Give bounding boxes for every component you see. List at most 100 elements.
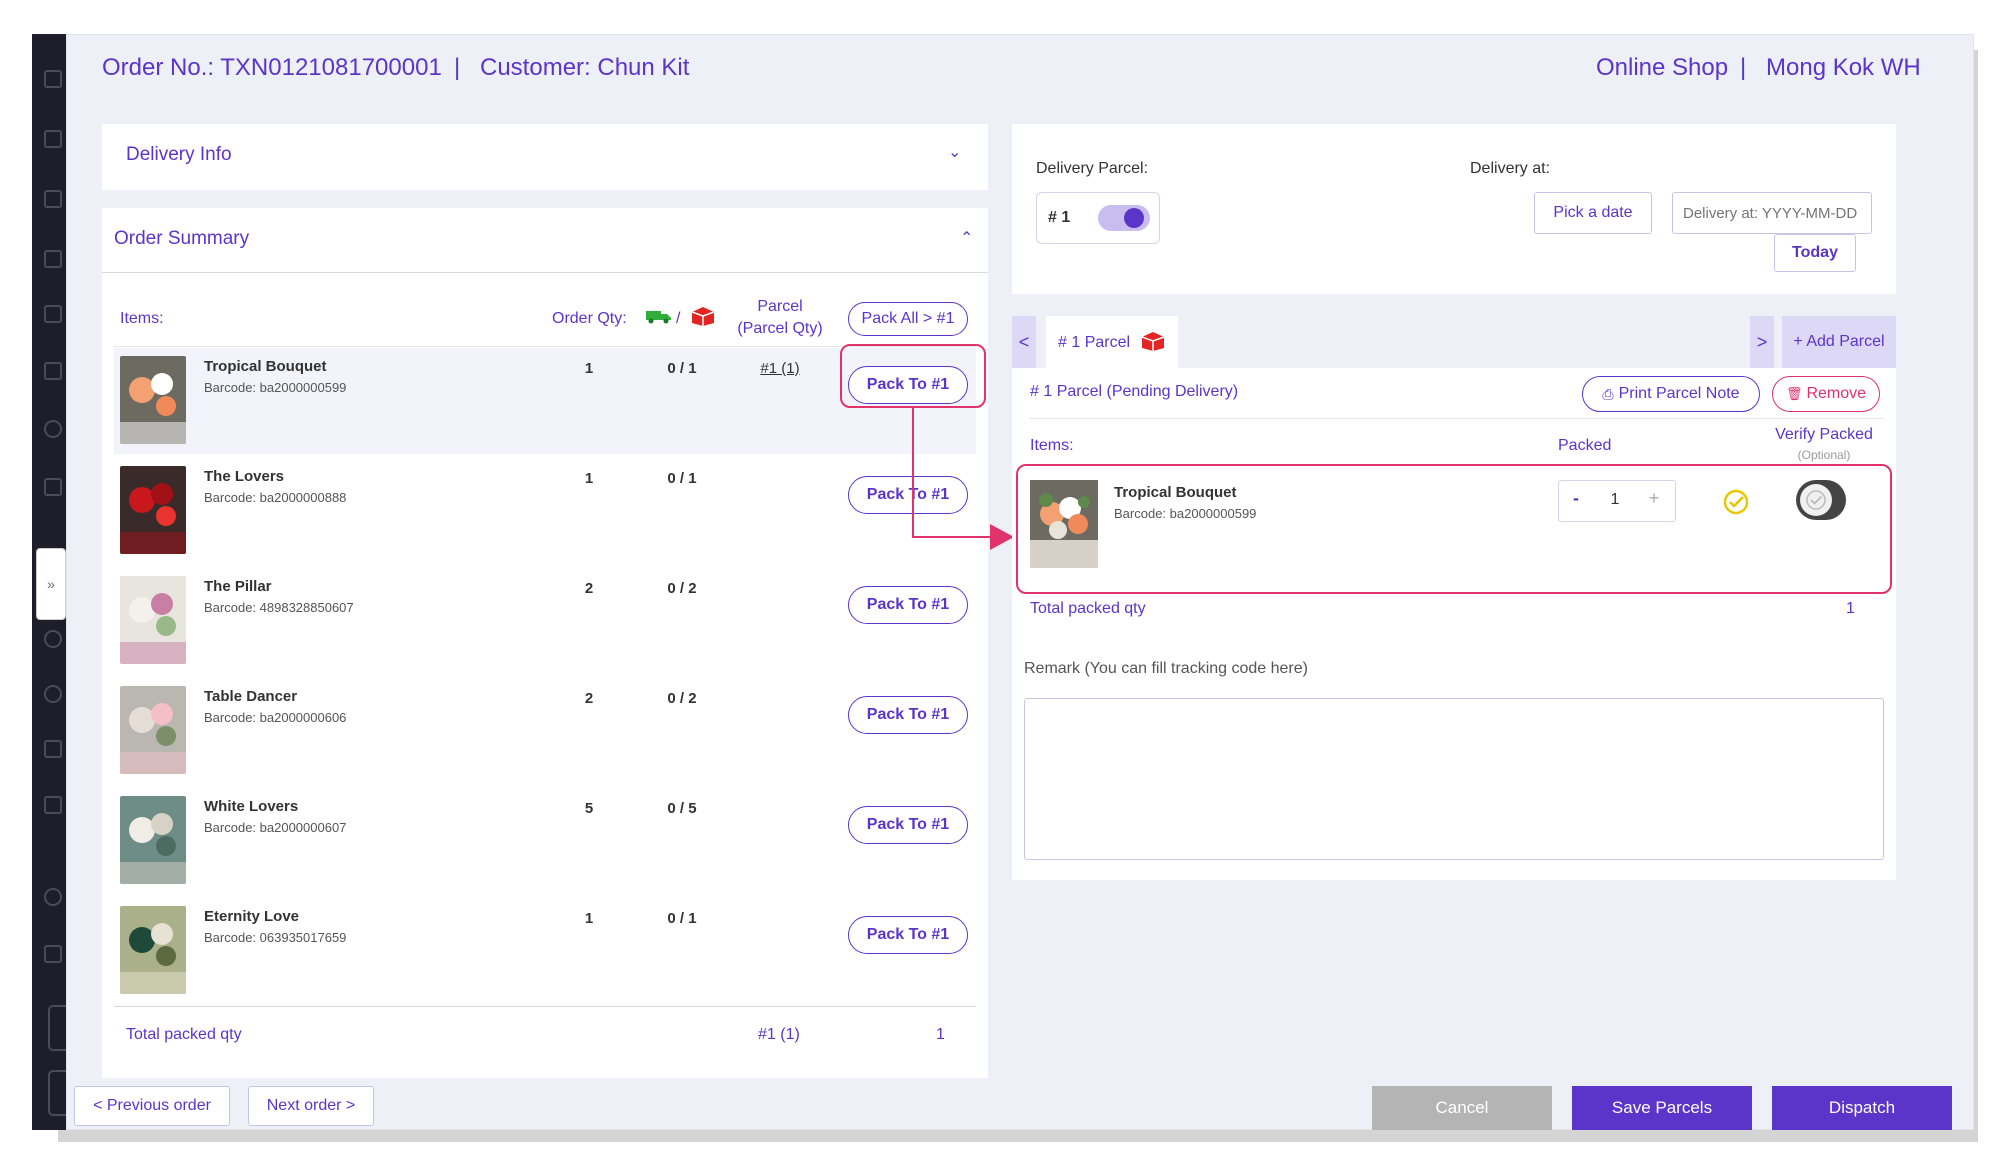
item-pack-progress: 0 / 2 bbox=[667, 580, 697, 597]
chevron-down-icon[interactable]: ⌄ bbox=[948, 142, 961, 162]
pack-to-parcel-button[interactable]: Pack To #1 bbox=[848, 476, 968, 514]
printer-icon: ⎙ bbox=[1602, 385, 1614, 402]
clipboard-icon[interactable] bbox=[44, 305, 62, 323]
store-icon[interactable] bbox=[44, 796, 62, 814]
home-icon[interactable] bbox=[44, 362, 62, 380]
order-number: Order No.: TXN0121081700001 bbox=[102, 54, 442, 81]
col-items: Items: bbox=[120, 310, 164, 327]
delivery-parcel-label: Delivery Parcel: bbox=[1036, 160, 1149, 177]
prev-parcel-button[interactable]: < bbox=[1012, 316, 1036, 368]
pack-all-button[interactable]: Pack All > #1 bbox=[848, 302, 968, 336]
header-separator: | bbox=[454, 54, 461, 81]
box-icon bbox=[690, 305, 716, 327]
item-name: White Lovers bbox=[204, 798, 299, 815]
cancel-button[interactable]: Cancel bbox=[1372, 1086, 1552, 1130]
item-name: The Lovers bbox=[204, 468, 285, 485]
pack-to-parcel-button[interactable]: Pack To #1 bbox=[848, 916, 968, 954]
item-pack-progress: 0 / 2 bbox=[667, 690, 697, 707]
item-order-qty: 2 bbox=[584, 580, 594, 597]
divider bbox=[114, 1006, 976, 1007]
box-icon[interactable] bbox=[44, 130, 62, 148]
previous-order-button[interactable]: < Previous order bbox=[74, 1086, 230, 1126]
parcel-total-qty: 1 bbox=[1846, 600, 1855, 617]
item-order-qty: 1 bbox=[584, 910, 594, 927]
delivery-at-label: Delivery at: bbox=[1470, 160, 1551, 177]
product-image bbox=[120, 796, 186, 884]
total-parcel: #1 (1) bbox=[758, 1026, 800, 1043]
package-icon[interactable] bbox=[44, 250, 62, 268]
item-order-qty: 1 bbox=[584, 360, 594, 377]
remark-label: Remark (You can fill tracking code here) bbox=[1024, 660, 1308, 677]
item-order-qty: 2 bbox=[584, 690, 594, 707]
remark-textarea[interactable] bbox=[1024, 698, 1884, 860]
product-image bbox=[120, 356, 186, 444]
globe-icon[interactable] bbox=[44, 630, 62, 648]
user-icon[interactable] bbox=[44, 420, 62, 438]
pick-date-button[interactable]: Pick a date bbox=[1534, 192, 1652, 234]
printer-icon[interactable] bbox=[44, 740, 62, 758]
toggle-knob bbox=[1124, 208, 1144, 228]
arrow-line bbox=[912, 536, 992, 538]
item-name: Eternity Love bbox=[204, 908, 300, 925]
highlight-box bbox=[1016, 464, 1892, 594]
item-barcode: Barcode: ba2000000599 bbox=[204, 380, 347, 395]
item-name: The Pillar bbox=[204, 578, 272, 595]
tab-parcel-label: # 1 Parcel bbox=[1058, 334, 1131, 351]
pack-to-parcel-button[interactable]: Pack To #1 bbox=[848, 586, 968, 624]
item-barcode: Barcode: 4898328850607 bbox=[204, 600, 354, 615]
pack-to-parcel-button[interactable]: Pack To #1 bbox=[848, 696, 968, 734]
item-order-qty: 1 bbox=[584, 470, 594, 487]
item-order-qty: 5 bbox=[584, 800, 594, 817]
total-packed-label: Total packed qty bbox=[126, 1026, 242, 1043]
header-separator: | bbox=[1740, 54, 1747, 81]
col-slash: / bbox=[676, 310, 681, 327]
parcel-total-label: Total packed qty bbox=[1030, 600, 1146, 617]
add-parcel-button[interactable]: + Add Parcel bbox=[1782, 316, 1896, 368]
help-icon[interactable] bbox=[44, 945, 62, 963]
pack-to-parcel-button[interactable]: Pack To #1 bbox=[848, 806, 968, 844]
item-barcode: Barcode: ba2000000607 bbox=[204, 820, 347, 835]
divider bbox=[1030, 418, 1884, 419]
item-parcel-link[interactable]: #1 (1) bbox=[740, 360, 820, 377]
list-icon[interactable] bbox=[44, 190, 62, 208]
total-qty: 1 bbox=[936, 1026, 945, 1043]
remove-parcel-button[interactable]: 🗑 Remove bbox=[1772, 376, 1880, 412]
product-image bbox=[120, 576, 186, 664]
col-verify-sub: (Optional) bbox=[1797, 448, 1851, 462]
item-name: Table Dancer bbox=[204, 688, 298, 705]
order-summary-title: Order Summary bbox=[114, 228, 250, 249]
divider bbox=[102, 272, 988, 273]
col-packed: Packed bbox=[1558, 437, 1612, 454]
warehouse-name: Mong Kok WH bbox=[1766, 54, 1921, 81]
highlight-box bbox=[840, 344, 986, 408]
item-pack-progress: 0 / 1 bbox=[667, 360, 697, 377]
item-name: Tropical Bouquet bbox=[204, 358, 327, 375]
product-image bbox=[120, 466, 186, 554]
customer-name: Customer: Chun Kit bbox=[480, 54, 690, 81]
parcel-title: # 1 Parcel (Pending Delivery) bbox=[1030, 383, 1239, 400]
truck-icon bbox=[646, 308, 672, 324]
delivery-date-input[interactable] bbox=[1672, 192, 1872, 234]
parcel-number: # 1 bbox=[1048, 209, 1071, 226]
expand-sidebar-button[interactable]: » bbox=[36, 548, 66, 620]
product-image bbox=[120, 686, 186, 774]
calendar-icon[interactable] bbox=[44, 478, 62, 496]
next-parcel-button[interactable]: > bbox=[1750, 316, 1774, 368]
next-order-button[interactable]: Next order > bbox=[248, 1086, 374, 1126]
today-button[interactable]: Today bbox=[1774, 234, 1856, 272]
chevron-up-icon[interactable]: ⌃ bbox=[960, 228, 973, 248]
arrow-head bbox=[990, 524, 1014, 550]
item-pack-progress: 0 / 1 bbox=[667, 470, 697, 487]
dispatch-button[interactable]: Dispatch bbox=[1772, 1086, 1952, 1130]
chart-icon[interactable] bbox=[44, 685, 62, 703]
remove-label: Remove bbox=[1806, 385, 1867, 402]
delivery-info-panel[interactable] bbox=[102, 124, 988, 190]
cart-icon[interactable] bbox=[44, 70, 62, 88]
product-image bbox=[120, 906, 186, 994]
col-order-qty: Order Qty: bbox=[552, 310, 627, 327]
settings-icon[interactable] bbox=[44, 888, 62, 906]
delivery-info-title: Delivery Info bbox=[126, 144, 232, 165]
col-parcel-qty: (Parcel Qty) bbox=[737, 320, 823, 337]
save-parcels-button[interactable]: Save Parcels bbox=[1572, 1086, 1752, 1130]
print-parcel-note-button[interactable]: ⎙ Print Parcel Note bbox=[1582, 376, 1760, 412]
